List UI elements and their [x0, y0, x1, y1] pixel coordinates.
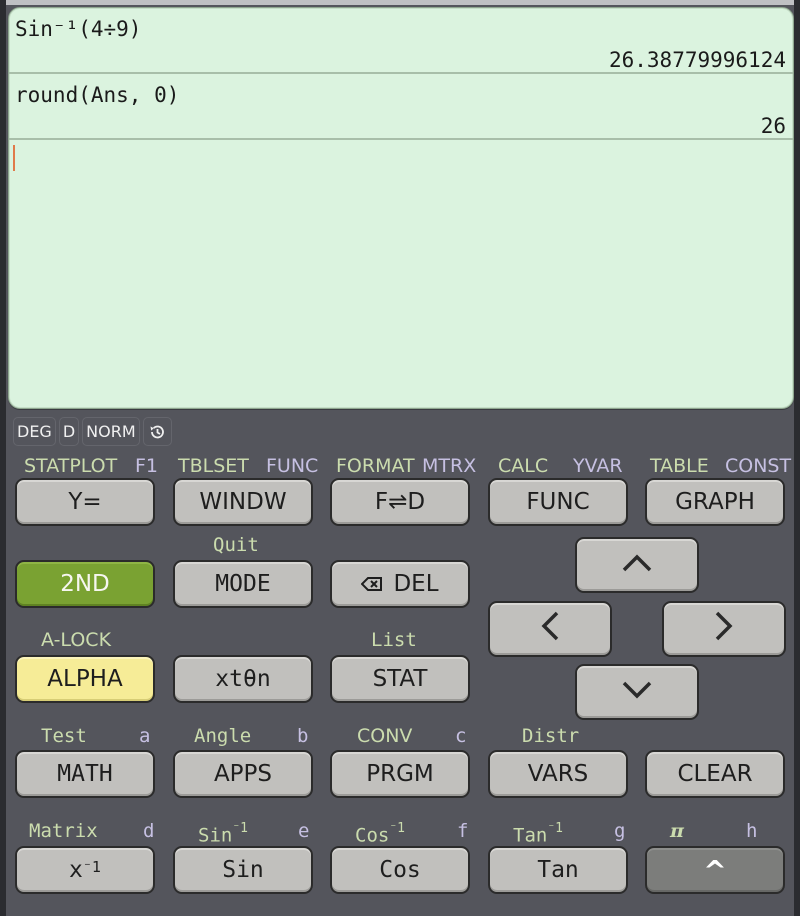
alpha-label-d: d: [143, 820, 155, 842]
calculator-display[interactable]: Sin⁻¹(4÷9) 26.38779996124 round(Ans, 0) …: [8, 7, 794, 409]
backspace-icon: [361, 577, 383, 591]
window-left-edge: [0, 0, 6, 916]
reciprocal-key[interactable]: x ⁻1: [15, 846, 155, 894]
right-arrow-icon: [715, 611, 733, 647]
arctan-superscript: ⁻1: [547, 821, 563, 836]
window-right-edge: [794, 0, 800, 916]
second-label-arcsin: Sin⁻1: [198, 820, 248, 846]
alpha-label-f: f: [457, 820, 469, 842]
alpha-label-const: CONST: [725, 455, 792, 477]
angle-mode-indicator[interactable]: DEG: [13, 417, 56, 446]
alpha-label-a: a: [139, 725, 151, 747]
power-key[interactable]: ^: [645, 846, 785, 894]
history-result: 26: [760, 114, 786, 138]
decimal-mode-indicator[interactable]: D: [58, 417, 80, 446]
arctan-text: Tan: [513, 824, 548, 847]
second-label-matrix: Matrix: [29, 820, 98, 842]
window-key[interactable]: WINDW: [173, 478, 313, 526]
alpha-label-yvar: YVAR: [573, 455, 623, 477]
arcsin-superscript: ⁻1: [232, 821, 248, 836]
clear-key[interactable]: CLEAR: [645, 750, 785, 798]
left-arrow-key[interactable]: [488, 601, 612, 657]
fraction-decimal-key[interactable]: F⇌D: [330, 478, 470, 526]
math-key[interactable]: MATH: [15, 750, 155, 798]
tan-key[interactable]: Tan: [488, 846, 628, 894]
history-expression: round(Ans, 0): [15, 83, 180, 107]
arcsin-text: Sin: [198, 824, 233, 847]
delete-key-label: DEL: [393, 571, 439, 597]
graph-key[interactable]: GRAPH: [645, 478, 785, 526]
alpha-label-g: g: [614, 820, 626, 842]
arccos-text: Cos: [355, 824, 390, 847]
alpha-label-c: c: [455, 725, 467, 747]
second-label-list: List: [371, 629, 417, 651]
alpha-label-b: b: [297, 725, 309, 747]
status-bar: DEG D NORM: [13, 417, 172, 446]
second-label-tblset: TBLSET: [178, 455, 249, 477]
alpha-key[interactable]: ALPHA: [15, 655, 155, 703]
func-key[interactable]: FUNC: [488, 478, 628, 526]
mode-key[interactable]: MODE: [173, 560, 313, 608]
down-arrow-key[interactable]: [575, 664, 699, 720]
right-arrow-key[interactable]: [662, 601, 786, 657]
second-label-statplot: STATPLOT: [24, 455, 118, 477]
window-top-edge: [0, 0, 800, 5]
second-label-distr: Distr: [522, 725, 580, 747]
second-label-pi: π: [670, 820, 684, 842]
alpha-label-e: e: [298, 820, 310, 842]
history-expression: Sin⁻¹(4÷9): [15, 17, 142, 41]
format-mode-indicator[interactable]: NORM: [82, 417, 140, 446]
left-arrow-icon: [541, 611, 559, 647]
y-equals-key[interactable]: Y=: [15, 478, 155, 526]
stat-key[interactable]: STAT: [330, 655, 470, 703]
vars-key[interactable]: VARS: [488, 750, 628, 798]
second-label-arccos: Cos⁻1: [355, 820, 405, 846]
prgm-key[interactable]: PRGM: [330, 750, 470, 798]
alpha-label-f1: F1: [135, 455, 159, 477]
history-entry[interactable]: round(Ans, 0) 26: [9, 74, 793, 140]
reciprocal-key-superscript: ⁻1: [82, 858, 101, 876]
history-result: 26.38779996124: [608, 48, 786, 72]
variable-key[interactable]: xtθn: [173, 655, 313, 703]
second-label-arctan: Tan⁻1: [513, 820, 563, 846]
history-entry[interactable]: Sin⁻¹(4÷9) 26.38779996124: [9, 8, 793, 74]
arccos-superscript: ⁻1: [389, 821, 405, 836]
second-label-format: FORMAT: [336, 455, 415, 477]
history-button[interactable]: [142, 417, 172, 446]
sin-key[interactable]: Sin: [173, 846, 313, 894]
up-arrow-key[interactable]: [575, 537, 699, 593]
text-cursor: [13, 145, 15, 171]
reciprocal-key-label: x: [69, 857, 83, 883]
up-arrow-icon: [622, 552, 652, 578]
second-function-key[interactable]: 2ND: [15, 560, 155, 608]
history-icon: [148, 423, 166, 441]
apps-key[interactable]: APPS: [173, 750, 313, 798]
second-label-calc: CALC: [498, 455, 549, 477]
alpha-label-func: FUNC: [266, 455, 319, 477]
second-label-a-lock: A-LOCK: [41, 629, 112, 651]
down-arrow-icon: [622, 679, 652, 705]
second-label-test: Test: [41, 725, 87, 747]
second-label-angle: Angle: [194, 725, 252, 747]
alpha-label-mtrx: MTRX: [422, 455, 477, 477]
cos-key[interactable]: Cos: [330, 846, 470, 894]
second-label-quit: Quit: [213, 534, 259, 556]
delete-key[interactable]: DEL: [330, 560, 470, 608]
second-label-conv: CONV: [357, 725, 413, 747]
alpha-label-h: h: [746, 820, 758, 842]
second-label-table: TABLE: [650, 455, 709, 477]
